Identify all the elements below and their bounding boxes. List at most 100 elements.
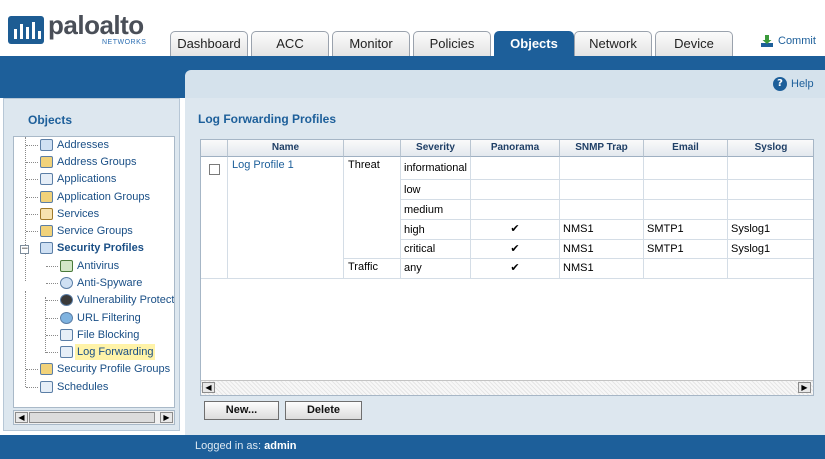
row-checkbox[interactable] xyxy=(209,164,220,175)
tab-objects[interactable]: Objects xyxy=(494,31,574,57)
logged-in-user: admin xyxy=(264,440,297,452)
scroll-left-arrow-icon[interactable]: ◀ xyxy=(202,382,215,393)
panorama-check-icon: ✔ xyxy=(471,240,560,259)
email-cell xyxy=(644,200,728,220)
log-type-traffic: Traffic xyxy=(348,261,378,273)
anti-spyware-icon xyxy=(60,277,73,289)
column-header-email[interactable]: Email xyxy=(644,140,728,157)
commit-label: Commit xyxy=(778,35,816,47)
tab-acc[interactable]: ACC xyxy=(251,31,329,56)
profile-name-link[interactable]: Log Profile 1 xyxy=(232,159,294,171)
scroll-right-arrow-icon[interactable]: ▶ xyxy=(798,382,811,393)
logo-wordmark: paloalto xyxy=(48,10,144,40)
email-cell: SMTP1 xyxy=(644,240,728,259)
app-header: paloalto NETWORKS Dashboard ACC Monitor … xyxy=(0,0,825,57)
panorama-cell xyxy=(471,180,560,200)
column-header-panorama[interactable]: Panorama xyxy=(471,140,560,157)
antivirus-icon xyxy=(60,260,73,272)
panorama-check-icon: ✔ xyxy=(471,259,560,279)
address-group-icon xyxy=(40,156,53,168)
row-select-cell xyxy=(201,157,228,279)
commit-button[interactable]: Commit xyxy=(758,34,822,50)
column-header-select xyxy=(201,140,228,157)
application-icon xyxy=(40,173,53,185)
address-icon xyxy=(40,139,53,151)
commit-download-icon xyxy=(761,35,773,47)
syslog-cell xyxy=(728,180,813,200)
snmp-cell xyxy=(560,200,644,220)
severity-cell: low xyxy=(401,180,471,200)
page-title: Log Forwarding Profiles xyxy=(198,112,337,126)
help-label: Help xyxy=(791,78,814,90)
panorama-cell xyxy=(471,200,560,220)
log-forwarding-table: Name Severity Panorama SNMP Trap Email S… xyxy=(200,139,814,396)
security-profile-icon xyxy=(40,242,53,254)
column-header-syslog[interactable]: Syslog xyxy=(728,140,813,157)
snmp-cell xyxy=(560,157,644,180)
severity-cell: medium xyxy=(401,200,471,220)
new-button[interactable]: New... xyxy=(204,401,279,420)
severity-cell: any xyxy=(401,259,471,279)
syslog-cell: Syslog1 xyxy=(728,240,813,259)
column-header-log-type xyxy=(344,140,401,157)
email-cell xyxy=(644,180,728,200)
delete-button[interactable]: Delete xyxy=(285,401,362,420)
sidebar-scroll-thumb[interactable] xyxy=(29,412,155,423)
application-group-icon xyxy=(40,191,53,203)
column-header-name[interactable]: Name xyxy=(228,140,344,157)
logo-tagline: NETWORKS xyxy=(102,39,147,46)
tab-network[interactable]: Network xyxy=(574,31,652,56)
tab-policies[interactable]: Policies xyxy=(413,31,491,56)
email-cell: SMTP1 xyxy=(644,220,728,240)
column-header-snmp-trap[interactable]: SNMP Trap xyxy=(560,140,644,157)
status-bar: Logged in as: admin xyxy=(185,435,825,459)
security-profiles-collapse-toggle[interactable]: − xyxy=(20,245,29,254)
email-cell xyxy=(644,259,728,279)
objects-tree: − Addresses Address Groups Applications … xyxy=(13,136,175,408)
help-circle-icon: ? xyxy=(773,77,787,91)
profile-group-icon xyxy=(40,363,53,375)
sidebar-title: Objects xyxy=(28,113,73,127)
profile-name-cell: Log Profile 1 xyxy=(228,157,344,279)
panorama-check-icon: ✔ xyxy=(471,220,560,240)
snmp-cell xyxy=(560,180,644,200)
vulnerability-icon xyxy=(60,294,73,306)
paloalto-logo: paloalto NETWORKS xyxy=(8,10,148,50)
tab-dashboard[interactable]: Dashboard xyxy=(170,31,248,56)
email-cell xyxy=(644,157,728,180)
service-group-icon xyxy=(40,225,53,237)
severity-cell: critical xyxy=(401,240,471,259)
sidebar-footer-band xyxy=(0,435,185,459)
severity-cell: informational xyxy=(401,157,471,180)
sidebar-horizontal-scrollbar[interactable]: ◀ ▶ xyxy=(13,410,175,425)
content-area: ? Help Log Forwarding Profiles Name Seve… xyxy=(185,70,825,459)
help-bar: ? Help xyxy=(185,70,825,98)
services-icon xyxy=(40,208,53,220)
syslog-cell xyxy=(728,200,813,220)
column-header-severity[interactable]: Severity xyxy=(401,140,471,157)
url-filtering-icon xyxy=(60,312,73,324)
snmp-cell: NMS1 xyxy=(560,240,644,259)
file-blocking-icon xyxy=(60,329,73,341)
syslog-cell: Syslog1 xyxy=(728,220,813,240)
snmp-cell: NMS1 xyxy=(560,220,644,240)
scroll-right-arrow-icon[interactable]: ▶ xyxy=(160,412,173,423)
help-button[interactable]: ? Help xyxy=(773,77,823,93)
syslog-cell xyxy=(728,157,813,180)
log-type-cell: Threat xyxy=(344,157,401,259)
objects-sidebar: Objects − Addresses Address Groups Appli… xyxy=(3,98,180,431)
table-horizontal-scrollbar[interactable]: ◀ ▶ xyxy=(201,380,813,395)
login-status-prefix: Logged in as: xyxy=(195,440,262,452)
tab-device[interactable]: Device xyxy=(655,31,733,56)
log-forwarding-panel: Log Forwarding Profiles Name Severity Pa… xyxy=(185,98,825,435)
tab-monitor[interactable]: Monitor xyxy=(332,31,410,56)
log-forwarding-icon xyxy=(60,346,73,358)
schedule-icon xyxy=(40,381,53,393)
snmp-cell: NMS1 xyxy=(560,259,644,279)
panorama-cell xyxy=(471,157,560,180)
severity-cell: high xyxy=(401,220,471,240)
logo-mark-icon xyxy=(8,16,44,44)
log-type-cell: Traffic xyxy=(344,259,401,279)
login-status: Logged in as: admin xyxy=(195,440,297,452)
scroll-left-arrow-icon[interactable]: ◀ xyxy=(15,412,28,423)
